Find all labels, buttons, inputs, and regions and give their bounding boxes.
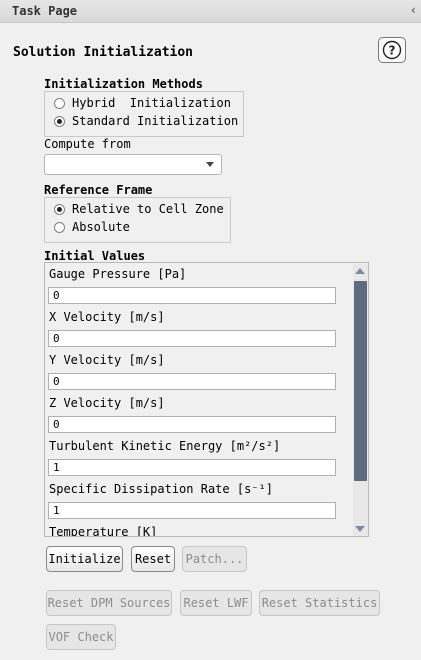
reference-frame-title: Reference Frame xyxy=(44,183,153,197)
radio-absolute[interactable]: Absolute xyxy=(54,220,130,234)
turbulent-kinetic-energy-label: Turbulent Kinetic Energy [m²/s²] xyxy=(49,439,281,453)
radio-label: Absolute xyxy=(72,220,130,234)
radio-label: Relative to Cell Zone xyxy=(72,202,224,216)
reset-lwf-button[interactable]: Reset LWF xyxy=(180,590,252,616)
radio-label: Hybrid Initialization xyxy=(72,96,231,110)
reset-statistics-button[interactable]: Reset Statistics xyxy=(259,590,380,616)
initial-values-panel: Gauge Pressure [Pa] 0 X Velocity [m/s] 0… xyxy=(44,262,369,537)
specific-dissipation-rate-label: Specific Dissipation Rate [s⁻¹] xyxy=(49,482,273,496)
help-button[interactable]: ? xyxy=(378,37,406,63)
turbulent-kinetic-energy-input[interactable]: 1 xyxy=(48,459,336,476)
radio-label: Standard Initialization xyxy=(72,114,239,128)
specific-dissipation-rate-input[interactable]: 1 xyxy=(48,502,336,519)
temperature-label: Temperature [K] xyxy=(49,525,158,537)
radio-standard-initialization[interactable]: Standard Initialization xyxy=(54,114,238,128)
task-page-title: Task Page xyxy=(12,4,78,18)
y-velocity-label: Y Velocity [m/s] xyxy=(49,353,165,367)
initial-values-title: Initial Values xyxy=(44,249,146,263)
radio-relative-to-cell-zone[interactable]: Relative to Cell Zone xyxy=(54,202,224,216)
question-mark-icon: ? xyxy=(382,40,402,60)
x-velocity-label: X Velocity [m/s] xyxy=(49,310,165,324)
compute-from-label: Compute from xyxy=(44,137,131,151)
radio-dot[interactable] xyxy=(54,97,65,109)
patch-button[interactable]: Patch... xyxy=(182,546,247,572)
svg-text:?: ? xyxy=(389,44,396,58)
initialize-button[interactable]: Initialize xyxy=(46,546,123,572)
z-velocity-label: Z Velocity [m/s] xyxy=(49,396,165,410)
radio-dot-selected[interactable] xyxy=(54,203,65,215)
scrollbar-thumb[interactable] xyxy=(354,281,367,481)
reset-dpm-sources-button[interactable]: Reset DPM Sources xyxy=(46,590,172,616)
radio-hybrid-initialization[interactable]: Hybrid Initialization xyxy=(54,96,231,110)
y-velocity-input[interactable]: 0 xyxy=(48,373,336,390)
scroll-up-arrow-icon[interactable] xyxy=(355,266,366,277)
scroll-down-arrow-icon[interactable] xyxy=(355,523,366,534)
radio-dot[interactable] xyxy=(54,221,65,233)
gauge-pressure-input[interactable]: 0 xyxy=(48,287,336,304)
radio-dot-selected[interactable] xyxy=(54,115,65,127)
vof-check-button[interactable]: VOF Check xyxy=(46,624,116,650)
reset-button[interactable]: Reset xyxy=(131,546,175,572)
x-velocity-input[interactable]: 0 xyxy=(48,330,336,347)
chevron-down-icon xyxy=(206,162,214,167)
gauge-pressure-label: Gauge Pressure [Pa] xyxy=(49,267,187,281)
init-methods-title: Initialization Methods xyxy=(44,77,203,91)
z-velocity-input[interactable]: 0 xyxy=(48,416,336,433)
collapse-icon[interactable]: ‹ xyxy=(410,3,417,17)
task-page-titlebar: Task Page ‹ xyxy=(0,0,421,23)
compute-from-dropdown[interactable] xyxy=(44,154,222,175)
section-title: Solution Initialization xyxy=(13,45,194,60)
